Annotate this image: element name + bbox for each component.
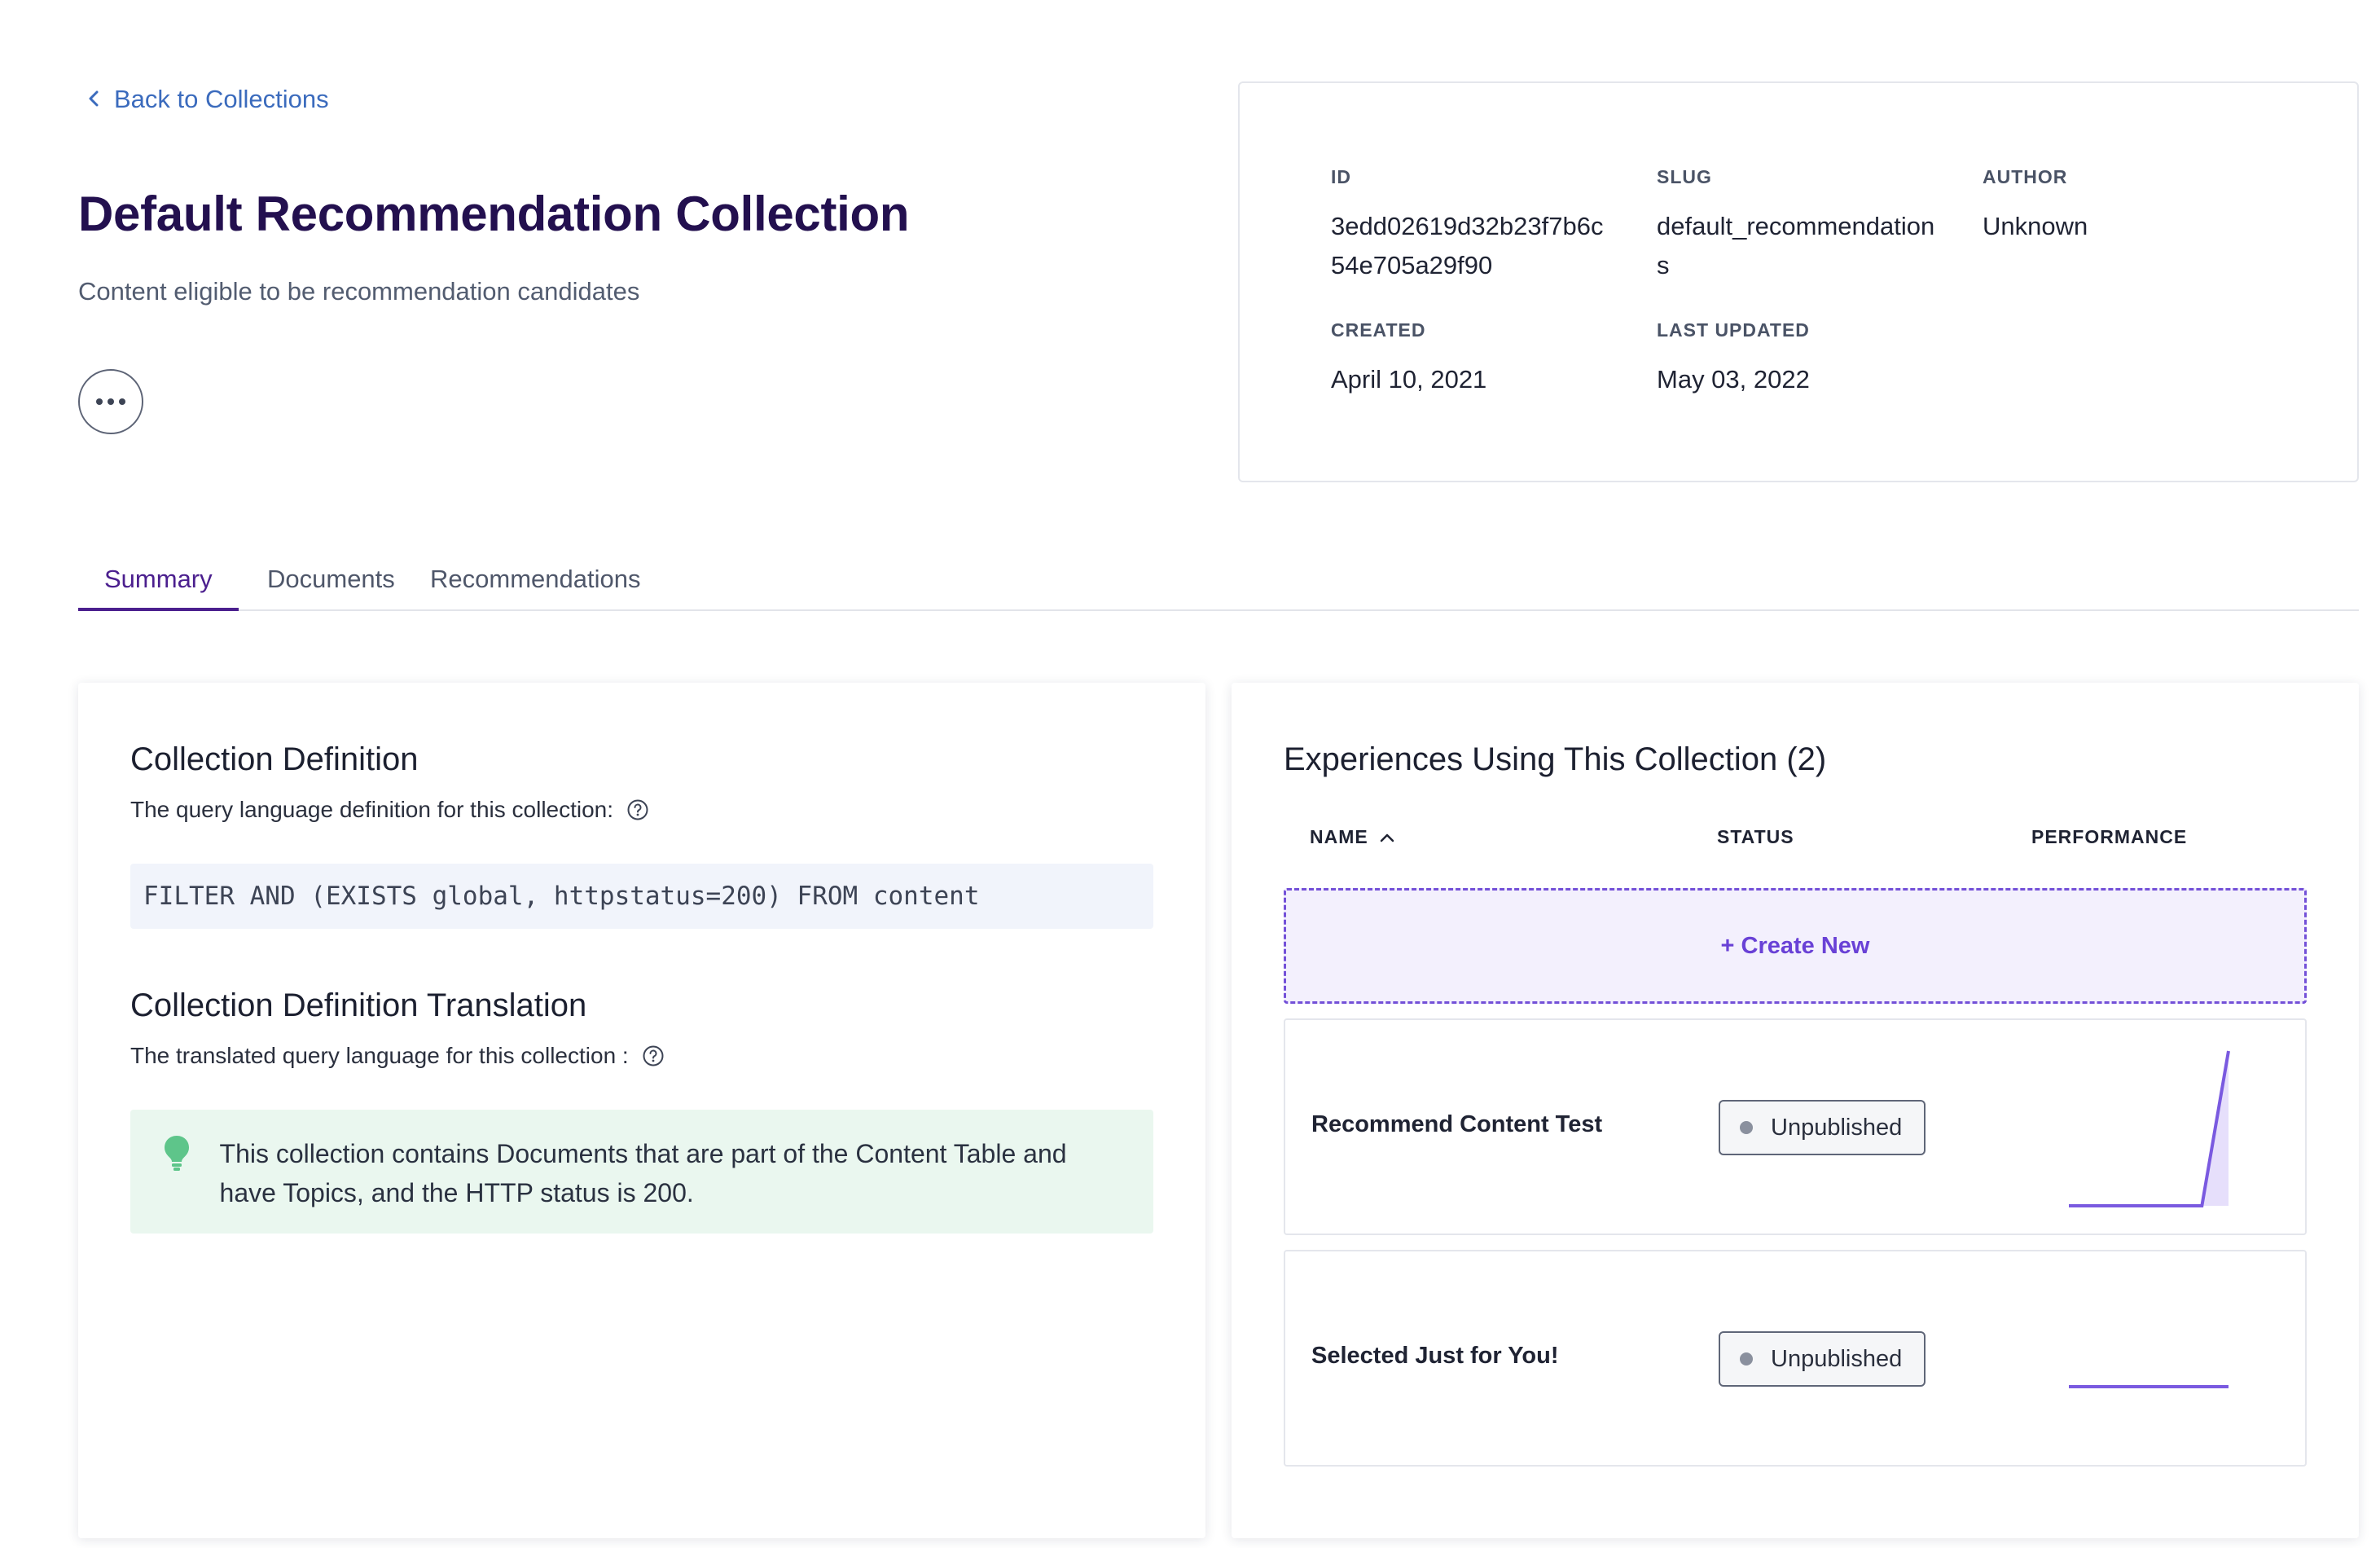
- status-label: Unpublished: [1771, 1345, 1903, 1372]
- create-new-experience-button[interactable]: + Create New: [1284, 888, 2307, 1004]
- performance-sparkline: [2069, 1050, 2230, 1207]
- definition-description-text: The query language definition for this c…: [130, 797, 614, 822]
- chevron-left-icon: [85, 85, 103, 114]
- more-actions-button[interactable]: [78, 369, 143, 434]
- column-header-performance: PERFORMANCE: [2031, 826, 2188, 847]
- translation-description-text: The translated query language for this c…: [130, 1043, 629, 1068]
- collection-meta-card: ID 3edd02619d32b23f7b6c54e705a29f90 SLUG…: [1238, 81, 2359, 482]
- created-label: CREATED: [1331, 319, 1426, 341]
- id-value: 3edd02619d32b23f7b6c54e705a29f90: [1331, 212, 1604, 279]
- author-value: Unknown: [1983, 212, 2088, 240]
- sparkline-line: [2069, 1050, 2230, 1207]
- experience-row[interactable]: Recommend Content Test Unpublished: [1284, 1018, 2307, 1235]
- tab-recommendations[interactable]: Recommendations: [404, 554, 666, 611]
- status-dot-icon: [1740, 1352, 1753, 1365]
- tab-summary[interactable]: Summary: [78, 554, 239, 611]
- created-value: April 10, 2021: [1331, 365, 1487, 394]
- definition-description: The query language definition for this c…: [130, 797, 649, 823]
- help-icon[interactable]: [642, 1044, 665, 1067]
- last-updated-label: LAST UPDATED: [1657, 319, 1810, 341]
- back-link-label[interactable]: Back to Collections: [114, 85, 329, 114]
- id-label: ID: [1331, 166, 1351, 187]
- column-header-name[interactable]: NAME: [1310, 826, 1394, 848]
- back-to-collections-link[interactable]: Back to Collections: [85, 85, 329, 114]
- experience-name[interactable]: Recommend Content Test: [1311, 1111, 1602, 1138]
- experience-name[interactable]: Selected Just for You!: [1311, 1343, 1559, 1370]
- help-icon[interactable]: [626, 798, 649, 821]
- experiences-title: Experiences Using This Collection (2): [1284, 741, 1827, 777]
- last-updated-value: May 03, 2022: [1657, 365, 1810, 394]
- slug-value: default_recommendations: [1657, 212, 1935, 279]
- translation-description: The translated query language for this c…: [130, 1043, 665, 1069]
- experiences-panel: Experiences Using This Collection (2) NA…: [1232, 683, 2359, 1538]
- lightbulb-icon: [163, 1134, 195, 1209]
- ellipsis-icon: [96, 398, 103, 405]
- definition-title: Collection Definition: [130, 741, 419, 777]
- page-title: Default Recommendation Collection: [78, 187, 910, 241]
- translation-title: Collection Definition Translation: [130, 987, 587, 1023]
- slug-label: SLUG: [1657, 166, 1712, 187]
- column-name-label: NAME: [1310, 826, 1368, 847]
- column-header-status: STATUS: [1717, 826, 1794, 847]
- query-definition-code: FILTER AND (EXISTS global, httpstatus=20…: [130, 864, 1153, 929]
- tab-bar: Summary Documents Recommendations: [78, 538, 2359, 611]
- page-subtitle: Content eligible to be recommendation ca…: [78, 277, 640, 306]
- ellipsis-icon: [119, 398, 125, 405]
- status-badge: Unpublished: [1719, 1100, 1926, 1155]
- chevron-up-icon: [1380, 833, 1394, 842]
- status-label: Unpublished: [1771, 1114, 1903, 1141]
- status-badge: Unpublished: [1719, 1331, 1926, 1387]
- collection-page: Back to Collections Default Recommendati…: [0, 0, 2380, 1548]
- author-label: AUTHOR: [1983, 166, 2068, 187]
- status-dot-icon: [1740, 1121, 1753, 1134]
- translation-text: This collection contains Documents that …: [219, 1139, 1067, 1207]
- performance-sparkline: [2069, 1385, 2229, 1388]
- tab-documents[interactable]: Documents: [241, 554, 421, 611]
- ellipsis-icon: [108, 398, 114, 405]
- experience-row[interactable]: Selected Just for You! Unpublished: [1284, 1250, 2307, 1467]
- translation-callout: This collection contains Documents that …: [130, 1110, 1153, 1234]
- collection-definition-panel: Collection Definition The query language…: [78, 683, 1205, 1538]
